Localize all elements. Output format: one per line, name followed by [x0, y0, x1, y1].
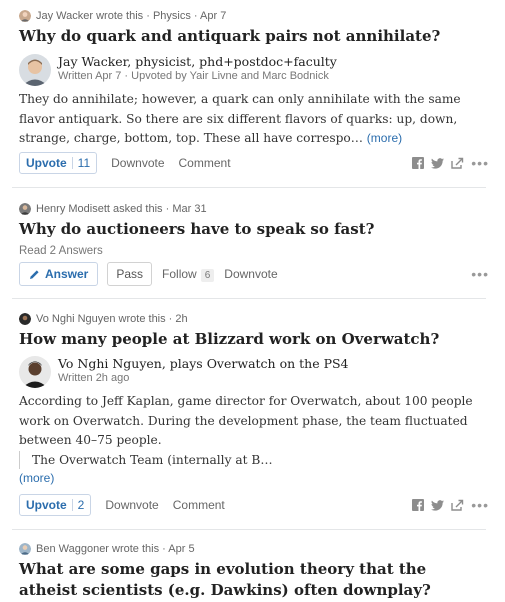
divider	[12, 298, 486, 299]
meta-text: Henry Modisett asked this · Mar 31	[36, 203, 207, 215]
author-name[interactable]: Vo Nghi Nguyen, plays Overwatch on the P…	[58, 356, 349, 371]
question-title[interactable]: Why do auctioneers have to speak so fast…	[19, 219, 374, 240]
share-icons: •••	[405, 497, 489, 513]
follow-label: Follow	[162, 266, 197, 281]
more-options-icon[interactable]: •••	[471, 497, 489, 513]
answer-button[interactable]: Answer	[19, 262, 99, 286]
follow-count: 6	[200, 268, 215, 282]
twitter-icon[interactable]	[431, 499, 445, 511]
share-icons: •••	[405, 155, 489, 171]
avatar[interactable]	[19, 543, 31, 555]
pencil-icon	[29, 269, 40, 280]
upvote-count: 11	[77, 156, 91, 170]
divider	[12, 187, 486, 188]
answer-quote: The Overwatch Team (internally at B…	[19, 451, 489, 469]
action-bar: Answer Pass Follow 6 Downvote •••	[19, 262, 489, 286]
avatar[interactable]	[19, 10, 31, 22]
meta-text: Jay Wacker wrote this · Physics · Apr 7	[36, 10, 227, 22]
answer-preview: They do annihilate; however, a quark can…	[19, 90, 489, 149]
story-meta: Ben Waggoner wrote this · Apr 5	[19, 543, 195, 555]
author-name[interactable]: Jay Wacker, physicist, phd+postdoc+facul…	[58, 54, 337, 69]
divider	[71, 157, 73, 169]
facebook-icon[interactable]	[412, 499, 425, 511]
avatar[interactable]	[19, 356, 51, 388]
more-options-icon[interactable]: •••	[471, 155, 489, 171]
twitter-icon[interactable]	[431, 157, 445, 169]
divider	[71, 499, 73, 511]
downvote-button[interactable]: Downvote	[111, 156, 164, 170]
more-link[interactable]: (more)	[367, 131, 402, 145]
answer-author: Vo Nghi Nguyen, plays Overwatch on the P…	[19, 356, 349, 388]
avatar[interactable]	[19, 54, 51, 86]
story-meta: Vo Nghi Nguyen wrote this · 2h	[19, 313, 188, 325]
answer-author: Jay Wacker, physicist, phd+postdoc+facul…	[19, 54, 337, 86]
share-icons: •••	[464, 266, 489, 282]
more-link[interactable]: (more)	[19, 471, 54, 485]
meta-text: Vo Nghi Nguyen wrote this · 2h	[36, 313, 188, 325]
downvote-button[interactable]: Downvote	[105, 498, 158, 512]
read-answers-link[interactable]: Read 2 Answers	[19, 245, 103, 257]
upvote-button[interactable]: Upvote 11	[19, 152, 98, 174]
avatar[interactable]	[19, 203, 31, 215]
story-meta: Jay Wacker wrote this · Physics · Apr 7	[19, 10, 226, 22]
story-meta: Henry Modisett asked this · Mar 31	[19, 203, 207, 215]
answer-text: According to Jeff Kaplan, game director …	[19, 394, 473, 447]
question-title[interactable]: What are some gaps in evolution theory t…	[19, 559, 489, 601]
downvote-button[interactable]: Downvote	[224, 267, 277, 281]
upvote-count: 2	[77, 498, 85, 512]
upvote-label: Upvote	[26, 498, 67, 512]
avatar[interactable]	[19, 313, 31, 325]
upvote-label: Upvote	[26, 156, 67, 170]
comment-button[interactable]: Comment	[179, 156, 231, 170]
share-icon[interactable]	[451, 499, 464, 511]
action-bar: Upvote 2 Downvote Comment •••	[19, 494, 489, 516]
question-title[interactable]: Why do quark and antiquark pairs not ann…	[19, 26, 440, 47]
action-bar: Upvote 11 Downvote Comment •••	[19, 152, 489, 174]
question-title[interactable]: How many people at Blizzard work on Over…	[19, 329, 439, 350]
more-options-icon[interactable]: •••	[471, 266, 489, 282]
author-credentials: Written Apr 7 · Upvoted by Yair Livne an…	[58, 70, 329, 82]
answer-label: Answer	[45, 267, 89, 281]
author-credentials: Written 2h ago	[58, 372, 130, 384]
meta-text: Ben Waggoner wrote this · Apr 5	[36, 543, 195, 555]
upvote-button[interactable]: Upvote 2	[19, 494, 92, 516]
facebook-icon[interactable]	[412, 157, 425, 169]
share-icon[interactable]	[451, 157, 464, 169]
pass-button[interactable]: Pass	[107, 262, 153, 286]
follow-button[interactable]: Follow 6	[162, 266, 215, 282]
divider	[12, 529, 486, 530]
comment-button[interactable]: Comment	[173, 498, 225, 512]
